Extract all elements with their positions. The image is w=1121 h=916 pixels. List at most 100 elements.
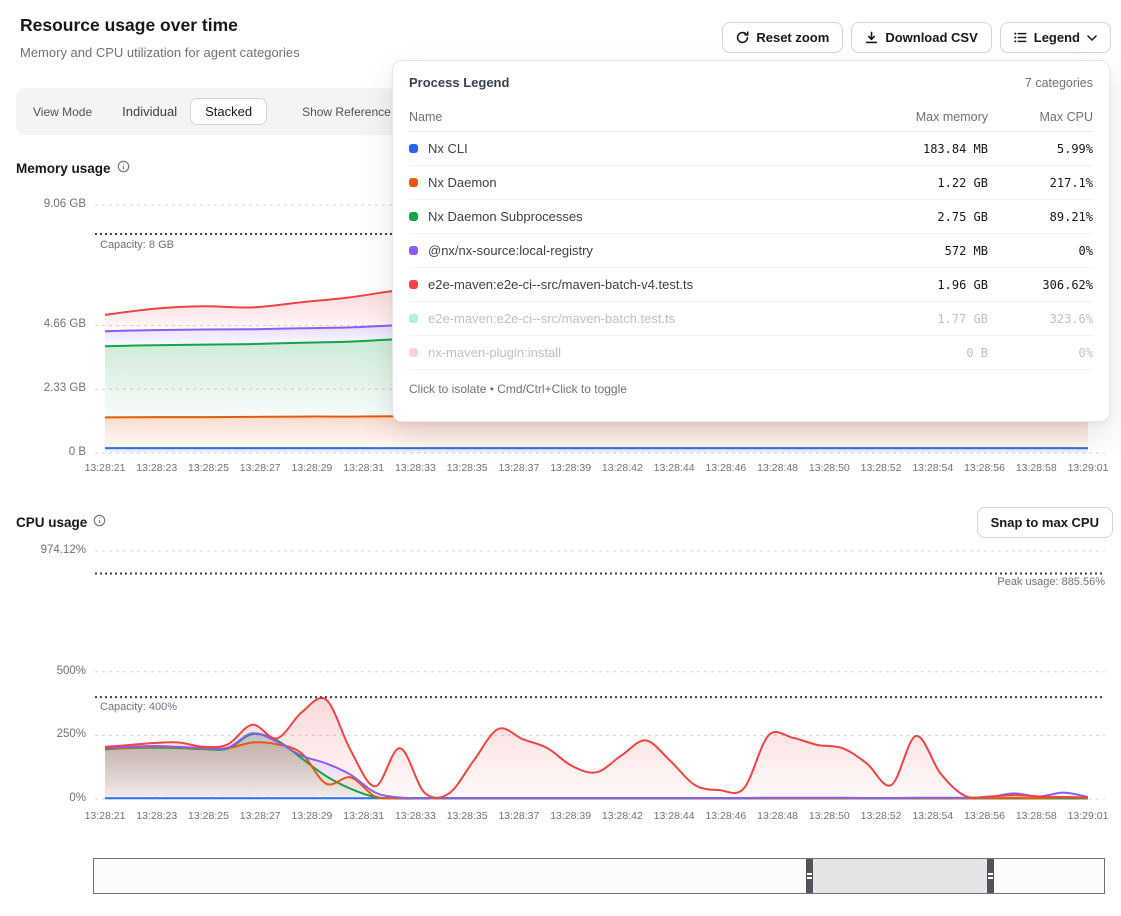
x-axis-tick: 13:28:56	[959, 462, 1011, 474]
x-axis-tick: 13:28:37	[493, 462, 545, 474]
cpu-chart-svg	[95, 551, 1105, 799]
legend-max-cpu: 89.21%	[988, 210, 1093, 224]
x-axis-tick: 13:28:21	[79, 810, 131, 822]
x-axis-tick: 13:28:50	[803, 462, 855, 474]
legend-row[interactable]: Nx Daemon Subprocesses2.75 GB89.21%	[409, 200, 1093, 234]
x-axis-tick: 13:28:31	[338, 810, 390, 822]
legend-max-cpu: 323.6%	[988, 312, 1093, 326]
legend-series-name: Nx Daemon	[428, 175, 868, 190]
page-title: Resource usage over time	[20, 15, 238, 36]
x-axis-tick: 13:28:37	[493, 810, 545, 822]
x-axis-tick: 13:28:44	[648, 810, 700, 822]
legend-row[interactable]: e2e-maven:e2e-ci--src/maven-batch.test.t…	[409, 302, 1093, 336]
grip-icon	[988, 873, 993, 879]
brush-handle-right[interactable]	[987, 859, 994, 893]
y-axis-tick: 250%	[0, 728, 86, 740]
x-axis-tick: 13:28:58	[1010, 462, 1062, 474]
column-name: Name	[409, 110, 868, 124]
legend-max-cpu: 5.99%	[988, 142, 1093, 156]
series-color-dot	[409, 178, 418, 187]
chevron-down-icon	[1087, 35, 1097, 41]
x-axis-tick: 13:28:46	[700, 462, 752, 474]
legend-max-memory: 0 B	[868, 346, 988, 360]
x-axis-tick: 13:28:31	[338, 462, 390, 474]
x-axis-tick: 13:28:48	[752, 462, 804, 474]
x-axis-tick: 13:28:54	[907, 810, 959, 822]
series-color-dot	[409, 212, 418, 221]
x-axis-tick: 13:28:27	[234, 462, 286, 474]
download-icon	[865, 31, 878, 44]
series-color-dot	[409, 144, 418, 153]
header-actions: Reset zoom Download CSV Legend	[722, 22, 1111, 53]
view-mode-stacked[interactable]: Stacked	[190, 98, 267, 125]
list-icon	[1014, 31, 1027, 44]
download-csv-label: Download CSV	[885, 30, 977, 45]
view-mode-label: View Mode	[33, 105, 92, 119]
x-axis-tick: 13:28:54	[907, 462, 959, 474]
legend-max-memory: 1.96 GB	[868, 278, 988, 292]
legend-max-memory: 2.75 GB	[868, 210, 988, 224]
x-axis-tick: 13:28:50	[803, 810, 855, 822]
info-icon[interactable]	[93, 514, 106, 530]
y-axis-tick: 0 B	[0, 446, 86, 458]
grip-icon	[807, 873, 812, 879]
x-axis-tick: 13:28:25	[182, 810, 234, 822]
x-axis-tick: 13:28:25	[182, 462, 234, 474]
x-axis-tick: 13:28:33	[389, 462, 441, 474]
memory-chart-title-text: Memory usage	[16, 161, 111, 176]
x-axis-tick: 13:28:39	[545, 810, 597, 822]
legend-max-memory: 572 MB	[868, 244, 988, 258]
y-axis-tick: 0%	[0, 792, 86, 804]
brush-handle-left[interactable]	[806, 859, 813, 893]
legend-row[interactable]: Nx CLI183.84 MB5.99%	[409, 132, 1093, 166]
legend-row[interactable]: e2e-maven:e2e-ci--src/maven-batch-v4.tes…	[409, 268, 1093, 302]
info-icon[interactable]	[117, 160, 130, 176]
legend-dropdown-button[interactable]: Legend	[1000, 22, 1111, 53]
x-axis-tick: 13:28:27	[234, 810, 286, 822]
x-axis-tick: 13:28:42	[596, 462, 648, 474]
memory-x-axis: 13:28:2113:28:2313:28:2513:28:2713:28:29…	[95, 462, 1105, 478]
legend-series-name: @nx/nx-source:local-registry	[428, 243, 868, 258]
y-axis-tick: 9.06 GB	[0, 198, 86, 210]
x-axis-tick: 13:28:52	[855, 462, 907, 474]
x-axis-tick: 13:28:35	[441, 810, 493, 822]
x-axis-tick: 13:28:23	[131, 462, 183, 474]
popup-title: Process Legend	[409, 75, 509, 90]
legend-row[interactable]: @nx/nx-source:local-registry572 MB0%	[409, 234, 1093, 268]
legend-max-memory: 1.77 GB	[868, 312, 988, 326]
cpu-chart-title-text: CPU usage	[16, 515, 87, 530]
reset-zoom-label: Reset zoom	[756, 30, 829, 45]
brush-selection[interactable]	[806, 859, 994, 893]
legend-row[interactable]: Nx Daemon1.22 GB217.1%	[409, 166, 1093, 200]
column-max-memory: Max memory	[868, 110, 988, 124]
reset-zoom-button[interactable]: Reset zoom	[722, 22, 843, 53]
legend-series-name: e2e-maven:e2e-ci--src/maven-batch.test.t…	[428, 311, 868, 326]
resource-usage-page: Resource usage over time Memory and CPU …	[0, 0, 1121, 916]
x-axis-tick: 13:28:52	[855, 810, 907, 822]
x-axis-tick: 13:29:01	[1062, 810, 1114, 822]
cpu-chart-title: CPU usage	[16, 514, 106, 530]
process-legend-popup: Process Legend 7 categories Name Max mem…	[392, 60, 1110, 422]
series-color-dot	[409, 280, 418, 289]
x-axis-tick: 13:28:29	[286, 462, 338, 474]
x-axis-tick: 13:28:39	[545, 462, 597, 474]
page-subtitle: Memory and CPU utilization for agent cat…	[20, 45, 300, 60]
x-axis-tick: 13:28:33	[389, 810, 441, 822]
legend-row[interactable]: nx-maven-plugin:install0 B0%	[409, 336, 1093, 370]
y-axis-tick: 2.33 GB	[0, 382, 86, 394]
view-mode-individual[interactable]: Individual	[122, 104, 177, 119]
time-range-brush[interactable]	[93, 858, 1105, 894]
cpu-capacity-label: Capacity: 400%	[100, 701, 177, 713]
x-axis-tick: 13:28:56	[959, 810, 1011, 822]
legend-rows: Nx CLI183.84 MB5.99%Nx Daemon1.22 GB217.…	[409, 132, 1093, 370]
legend-series-name: Nx Daemon Subprocesses	[428, 209, 868, 224]
x-axis-tick: 13:28:46	[700, 810, 752, 822]
x-axis-tick: 13:28:58	[1010, 810, 1062, 822]
y-axis-tick: 974.12%	[0, 544, 86, 556]
x-axis-tick: 13:28:48	[752, 810, 804, 822]
cpu-x-axis: 13:28:2113:28:2313:28:2513:28:2713:28:29…	[95, 810, 1105, 826]
legend-max-cpu: 0%	[988, 244, 1093, 258]
snap-to-max-cpu-button[interactable]: Snap to max CPU	[977, 507, 1113, 538]
download-csv-button[interactable]: Download CSV	[851, 22, 991, 53]
refresh-icon	[736, 31, 749, 44]
